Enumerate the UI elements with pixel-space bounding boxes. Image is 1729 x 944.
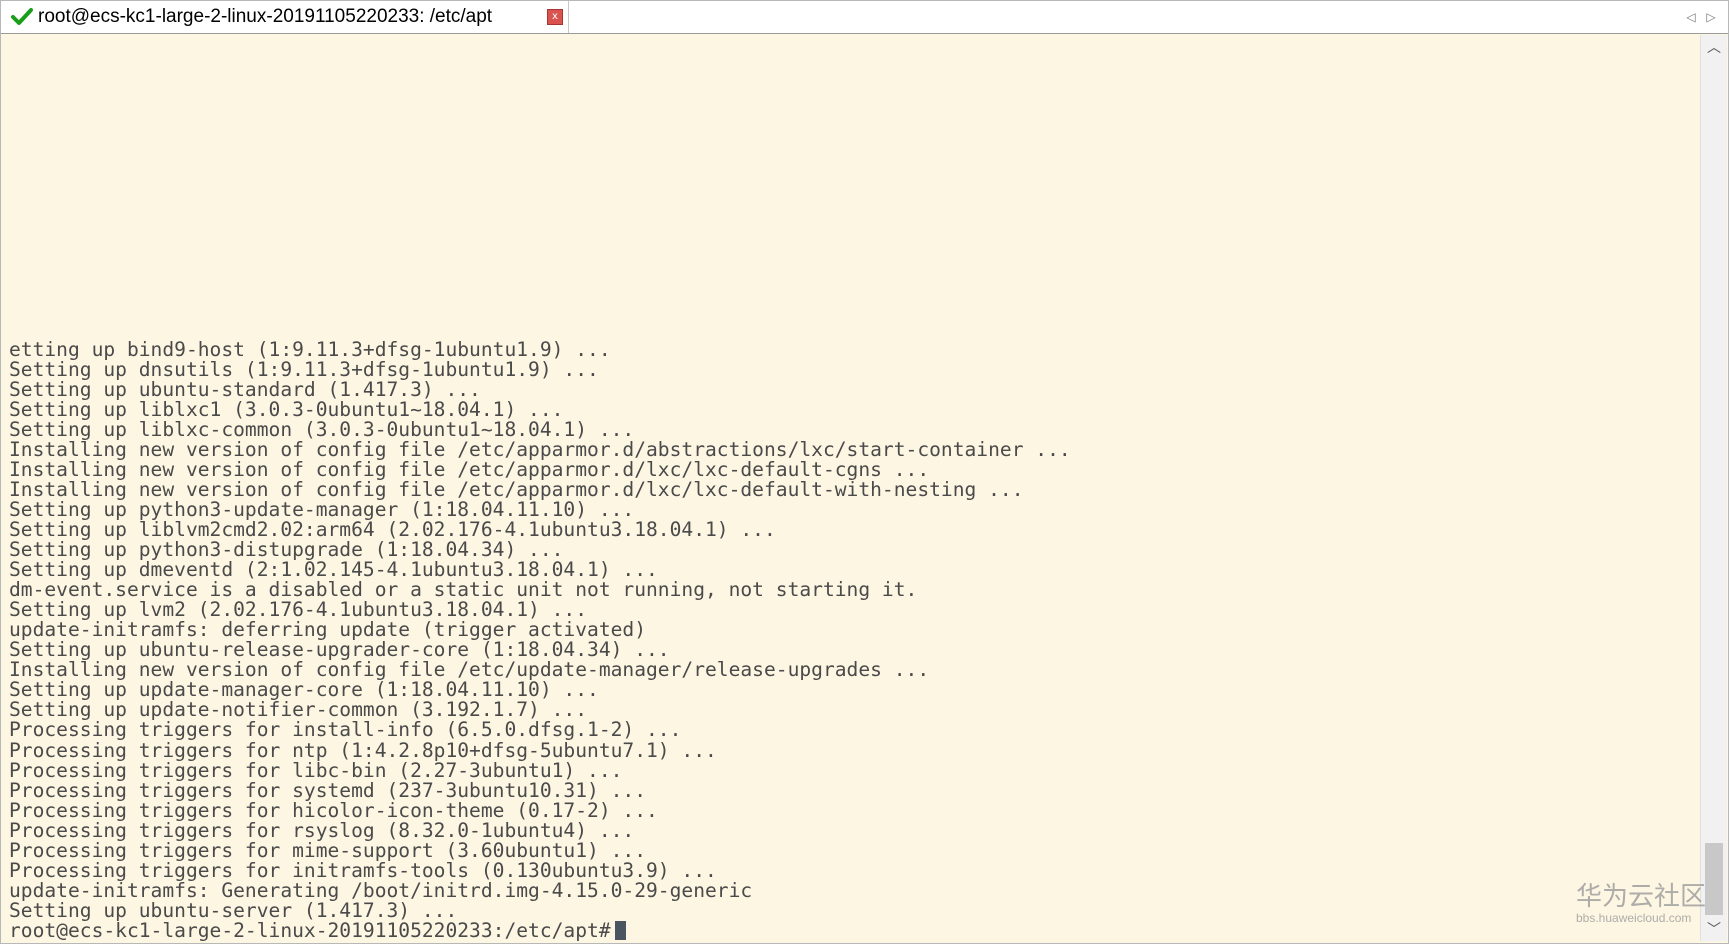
- terminal-line: Processing triggers for libc-bin (2.27-3…: [9, 758, 623, 782]
- terminal-line: Installing new version of config file /e…: [9, 658, 930, 682]
- terminal-line: Installing new version of config file /e…: [9, 437, 1071, 461]
- terminal-output[interactable]: etting up bind9-host (1:9.11.3+dfsg-1ubu…: [3, 35, 1700, 941]
- scroll-down-icon[interactable]: ﹀: [1701, 919, 1727, 941]
- terminal-line: Setting up liblxc-common (3.0.3-0ubuntu1…: [9, 417, 635, 441]
- close-tab-button[interactable]: x: [547, 9, 563, 25]
- scrollbar-thumb[interactable]: [1705, 843, 1723, 915]
- terminal-line: Processing triggers for ntp (1:4.2.8p10+…: [9, 738, 717, 762]
- terminal-line: update-initramfs: deferring update (trig…: [9, 618, 647, 642]
- terminal-line: Setting up ubuntu-standard (1.417.3) ...: [9, 377, 481, 401]
- tab-bar: root@ecs-kc1-large-2-linux-2019110522023…: [1, 1, 1728, 34]
- scroll-up-icon[interactable]: ︿: [1701, 37, 1727, 59]
- check-icon: [11, 7, 33, 27]
- terminal-line: etting up bind9-host (1:9.11.3+dfsg-1ubu…: [9, 337, 611, 361]
- terminal-line: Processing triggers for systemd (237-3ub…: [9, 778, 647, 802]
- terminal-line: Setting up dmeventd (2:1.02.145-4.1ubunt…: [9, 558, 658, 582]
- terminal-line: Setting up python3-update-manager (1:18.…: [9, 497, 635, 521]
- terminal-window: root@ecs-kc1-large-2-linux-2019110522023…: [0, 0, 1729, 944]
- vertical-scrollbar[interactable]: ︿ ﹀: [1700, 35, 1727, 941]
- terminal-line: Processing triggers for hicolor-icon-the…: [9, 798, 658, 822]
- text-cursor: [614, 920, 626, 940]
- tab-scroll-left-icon[interactable]: ◁: [1684, 8, 1698, 26]
- command-prompt-line[interactable]: root@ecs-kc1-large-2-linux-2019110522023…: [9, 918, 1071, 941]
- terminal-line: Setting up python3-distupgrade (1:18.04.…: [9, 538, 564, 562]
- terminal-line: dm-event.service is a disabled or a stat…: [9, 578, 918, 602]
- terminal-lines: etting up bind9-host (1:9.11.3+dfsg-1ubu…: [9, 337, 1071, 941]
- terminal-line: Setting up lvm2 (2.02.176-4.1ubuntu3.18.…: [9, 598, 588, 622]
- terminal-line: Processing triggers for rsyslog (8.32.0-…: [9, 818, 635, 842]
- terminal-line: Setting up liblxc1 (3.0.3-0ubuntu1~18.04…: [9, 397, 564, 421]
- terminal-line: Installing new version of config file /e…: [9, 477, 1024, 501]
- terminal-line: Processing triggers for initramfs-tools …: [9, 858, 717, 882]
- shell-prompt: root@ecs-kc1-large-2-linux-2019110522023…: [9, 918, 611, 941]
- terminal-line: Setting up update-notifier-common (3.192…: [9, 698, 588, 722]
- terminal-line: Installing new version of config file /e…: [9, 457, 930, 481]
- terminal-line: Setting up update-manager-core (1:18.04.…: [9, 678, 599, 702]
- terminal-line: Setting up dnsutils (1:9.11.3+dfsg-1ubun…: [9, 357, 599, 381]
- terminal-line: Setting up liblvm2cmd2.02:arm64 (2.02.17…: [9, 518, 776, 542]
- session-tab[interactable]: root@ecs-kc1-large-2-linux-2019110522023…: [1, 1, 569, 33]
- tab-scroll-right-icon[interactable]: ▷: [1704, 8, 1718, 26]
- terminal-line: Processing triggers for install-info (6.…: [9, 718, 682, 742]
- tab-navigation: ◁ ▷: [1684, 8, 1720, 26]
- terminal-line: Setting up ubuntu-release-upgrader-core …: [9, 638, 670, 662]
- terminal-line: Processing triggers for mime-support (3.…: [9, 838, 647, 862]
- tab-title: root@ecs-kc1-large-2-linux-2019110522023…: [38, 6, 493, 27]
- terminal-line: update-initramfs: Generating /boot/initr…: [9, 878, 753, 902]
- terminal-line: Setting up ubuntu-server (1.417.3) ...: [9, 898, 458, 922]
